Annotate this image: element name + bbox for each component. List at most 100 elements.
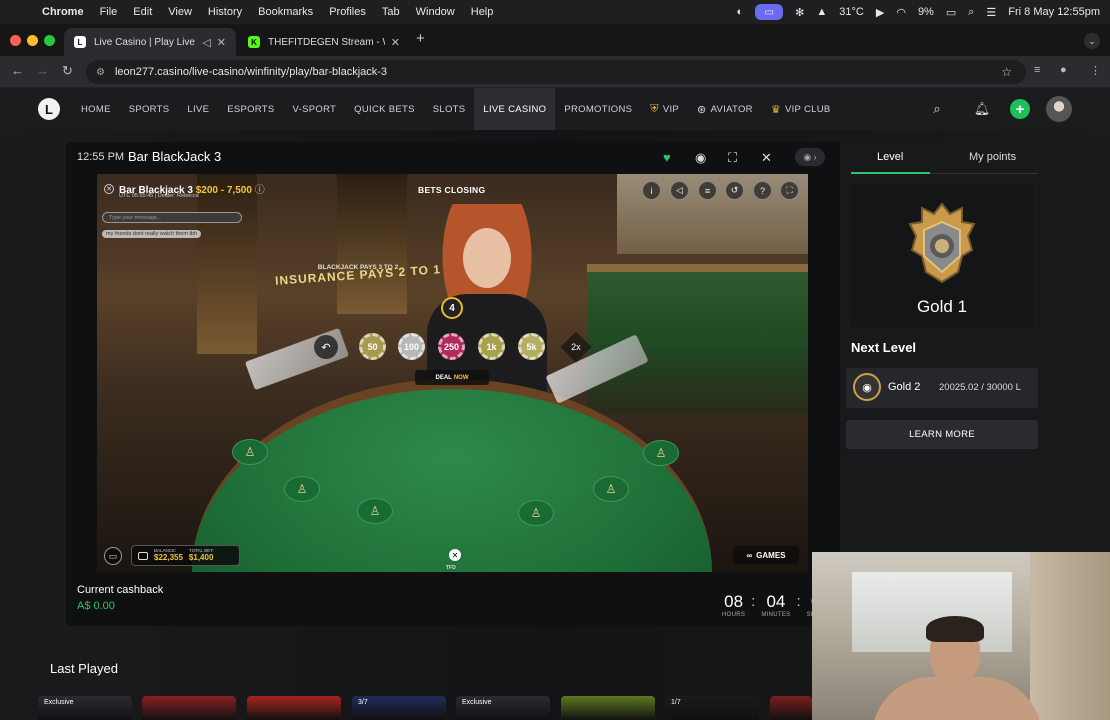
nav-home[interactable]: HOME	[72, 88, 120, 130]
chip-250[interactable]: 250	[438, 333, 465, 360]
history-icon[interactable]: ↺	[725, 181, 744, 200]
tab-my-points[interactable]: My points	[969, 151, 1016, 163]
tab-mute-icon[interactable]: ◁	[202, 36, 210, 49]
seat-icon[interactable]: ♙	[232, 439, 268, 465]
close-window-button[interactable]	[10, 35, 21, 46]
minimize-window-button[interactable]	[27, 35, 38, 46]
seat-icon[interactable]: ♙	[643, 440, 679, 466]
chat-bubble-icon[interactable]: ▭	[104, 547, 122, 565]
fan-icon[interactable]: ✻	[795, 6, 804, 19]
site-info-icon[interactable]: ⚙	[96, 67, 105, 78]
bookmark-star-icon[interactable]: ☆	[1001, 65, 1012, 79]
menu-edit[interactable]: Edit	[133, 6, 152, 18]
nav-quick-bets[interactable]: QUICK BETS	[345, 88, 424, 130]
seat-icon[interactable]: ♙	[593, 476, 629, 502]
help-icon[interactable]: ?	[753, 181, 772, 200]
table-limits: $200 - 7,500	[195, 185, 252, 196]
nav-live[interactable]: LIVE	[178, 88, 218, 130]
forward-button[interactable]: →	[36, 63, 49, 78]
tab-close-icon[interactable]: ✕	[391, 36, 400, 49]
nav-sports[interactable]: SPORTS	[120, 88, 179, 130]
screen-share-icon[interactable]: ▭	[755, 4, 784, 20]
tab-level[interactable]: Level	[877, 151, 903, 163]
provider-chip[interactable]: ◉ ›	[795, 148, 825, 166]
chat-input[interactable]: Type your message...	[102, 212, 242, 223]
fullscreen-icon[interactable]: ⛶	[728, 150, 737, 166]
back-button[interactable]: ←	[11, 63, 24, 78]
last-played-thumb[interactable]	[247, 696, 341, 720]
menubar-clock[interactable]: Fri 8 May 12:55pm	[1008, 6, 1100, 18]
seat-icon[interactable]: ♙	[357, 498, 393, 524]
tab-search-icon[interactable]: ⌄	[1084, 33, 1100, 49]
menu-file[interactable]: File	[100, 6, 118, 18]
weather-icon[interactable]: ▲	[816, 6, 827, 18]
seat-icon[interactable]: ♙	[284, 476, 320, 502]
sound-icon[interactable]: ◁	[670, 181, 689, 200]
address-bar[interactable]: ⚙ leon277.casino/live-casino/winfinity/p…	[86, 60, 1026, 84]
last-played-thumb[interactable]: Exclusive	[38, 696, 132, 720]
nav-live-casino[interactable]: LIVE CASINO	[474, 88, 556, 130]
chip-50[interactable]: 50	[359, 333, 386, 360]
learn-more-button[interactable]: LEARN MORE	[846, 420, 1038, 449]
battery-percent[interactable]: 9%	[918, 6, 934, 18]
nav-esports[interactable]: ESPORTS	[218, 88, 283, 130]
nav-promotions[interactable]: PROMOTIONS	[555, 88, 641, 130]
reading-list-icon[interactable]: ≡	[1034, 64, 1040, 76]
info-icon[interactable]: i	[642, 181, 661, 200]
leon-logo[interactable]: L	[38, 98, 60, 120]
last-played-thumb[interactable]: 1/7	[665, 696, 759, 720]
last-played-thumb[interactable]	[561, 696, 655, 720]
menu-app-chrome[interactable]: Chrome	[42, 6, 84, 18]
settings-sliders-icon[interactable]: ≡	[698, 181, 717, 200]
nav-vip[interactable]: ⛨ VIP	[641, 88, 688, 130]
profile-icon[interactable]: ●	[1060, 64, 1067, 76]
close-icon[interactable]: ✕	[449, 549, 461, 561]
tab-live-casino[interactable]: L Live Casino | Play Live Casino ◁ ✕	[64, 28, 236, 56]
menu-profiles[interactable]: Profiles	[329, 6, 366, 18]
chip-100[interactable]: 100	[398, 333, 425, 360]
search-icon[interactable]: ⌕	[927, 99, 947, 119]
battery-icon[interactable]: ▭	[946, 6, 956, 19]
maximize-window-button[interactable]	[44, 35, 55, 46]
nav-aviator[interactable]: ⊛ AVIATOR	[688, 88, 762, 130]
new-tab-button[interactable]: +	[416, 30, 425, 47]
last-played-thumb[interactable]	[770, 696, 812, 720]
user-avatar[interactable]	[1046, 96, 1072, 122]
last-played-thumb[interactable]: 3/7	[352, 696, 446, 720]
tab-close-icon[interactable]: ✕	[217, 36, 226, 49]
nav-slots[interactable]: SLOTS	[424, 88, 475, 130]
tab-stream[interactable]: K THEFITDEGEN Stream - Watch ✕	[238, 28, 410, 56]
menu-view[interactable]: View	[168, 6, 192, 18]
control-center-icon[interactable]: ☰	[986, 6, 996, 19]
undo-icon[interactable]: ↶	[314, 335, 338, 359]
info-icon[interactable]: ⓘ	[255, 185, 265, 196]
deposit-plus-button[interactable]: +	[1010, 99, 1030, 119]
notification-bell-icon[interactable]: 🔔︎	[972, 99, 992, 119]
play-status-icon[interactable]: ▶	[876, 6, 884, 19]
chrome-menu-icon[interactable]: ⋮	[1090, 64, 1101, 77]
menu-help[interactable]: Help	[471, 6, 494, 18]
menu-tab[interactable]: Tab	[382, 6, 400, 18]
favorite-heart-icon[interactable]: ♥	[663, 150, 671, 165]
chat-icon[interactable]: ◉	[695, 150, 706, 166]
last-played-thumb[interactable]: Exclusive	[456, 696, 550, 720]
seat-icon[interactable]: ♙	[518, 500, 554, 526]
wifi-icon[interactable]: ◠	[896, 6, 906, 19]
nav-v-sport[interactable]: V-SPORT	[284, 88, 346, 130]
menu-bookmarks[interactable]: Bookmarks	[258, 6, 313, 18]
games-button[interactable]: ∞ GAMES	[733, 546, 799, 564]
reload-button[interactable]: ↻	[62, 63, 73, 79]
camera-status-icon[interactable]: ◐	[737, 6, 744, 18]
chip-5k[interactable]: 5k	[518, 333, 545, 360]
close-overlay-icon[interactable]: ✕	[104, 184, 114, 194]
last-played-thumb[interactable]	[142, 696, 236, 720]
menu-history[interactable]: History	[208, 6, 242, 18]
nav-vip-club[interactable]: ♛ VIP CLUB	[762, 88, 840, 130]
weather-temp[interactable]: 31°C	[839, 6, 864, 18]
menu-window[interactable]: Window	[416, 6, 455, 18]
close-game-icon[interactable]: ✕	[761, 150, 772, 166]
video-fullscreen-icon[interactable]: ⛶	[780, 181, 799, 200]
chip-1k[interactable]: 1k	[478, 333, 505, 360]
spotlight-search-icon[interactable]: ⌕	[968, 6, 974, 19]
deal-now-button[interactable]: DEAL NOW	[415, 370, 489, 385]
